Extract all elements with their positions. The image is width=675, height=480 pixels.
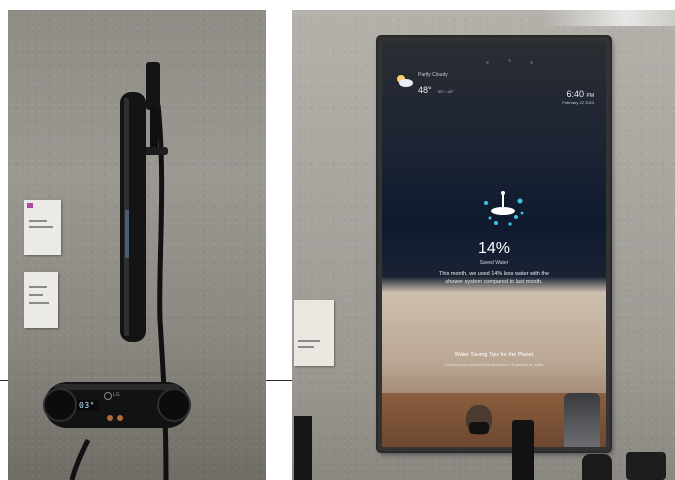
page-divider-right xyxy=(266,380,292,381)
shower-photo: 03° LG xyxy=(8,10,266,480)
slide-bar xyxy=(120,92,146,342)
weather-temperature: 48° 50° / 43° xyxy=(418,80,454,98)
tips-subtitle: Reduce your shower time and save 2.5 gal… xyxy=(444,362,544,367)
lower-hose xyxy=(69,438,91,480)
smart-mirror: Partly Cloudy 48° 50° / 43° 6:40 PM Febr… xyxy=(378,37,610,451)
left-wall-fixture xyxy=(294,416,312,480)
thermostat-top-highlight xyxy=(54,384,180,390)
water-saved-label: Saved Water xyxy=(479,260,509,266)
water-saved-percent: 14% xyxy=(477,240,511,257)
shelf-object xyxy=(626,452,666,480)
soap-dispenser xyxy=(582,454,612,480)
hand-shower-grip xyxy=(150,106,158,154)
shower-fixture xyxy=(43,62,191,480)
valve-pin-right xyxy=(117,415,123,421)
right-control-knob xyxy=(157,388,191,422)
hand-shower-head xyxy=(146,62,160,110)
weather-condition: Partly Cloudy xyxy=(418,72,448,78)
time-value: 6:40 xyxy=(566,89,584,99)
temperature-range: 50° / 43° xyxy=(438,89,454,94)
clock-time: 6:40 PM xyxy=(566,89,594,99)
valve-pin-left xyxy=(107,415,113,421)
card-text-line xyxy=(298,346,314,348)
faucet xyxy=(512,420,534,480)
card-text-line xyxy=(298,340,320,342)
time-meridiem: PM xyxy=(586,93,595,99)
reflected-photographer xyxy=(564,393,600,447)
wall-info-card xyxy=(294,300,334,366)
mirror-display: Partly Cloudy 48° 50° / 43° 6:40 PM Febr… xyxy=(382,41,606,447)
camera-dot xyxy=(530,61,533,64)
shower-icon xyxy=(484,191,524,226)
camera-dot xyxy=(486,61,489,64)
page-divider-left xyxy=(0,380,8,381)
slide-bar-reflection xyxy=(125,210,129,258)
temperature-value: 48° xyxy=(418,85,432,95)
left-control-knob xyxy=(43,388,77,422)
water-message-line-1: This month, we used 14% less water with … xyxy=(438,271,550,277)
water-message-line-2: shower system compared to last month. xyxy=(445,279,543,285)
thermostat-display-text: 03° xyxy=(79,401,95,410)
camera-dot xyxy=(508,59,511,62)
clock-date: February 22 2023 xyxy=(562,100,594,105)
cloud-sun-icon xyxy=(397,75,413,87)
brand-label: LG xyxy=(113,392,120,398)
reflected-person-mask xyxy=(469,422,489,434)
ceiling-light-glare xyxy=(542,10,675,26)
tips-title: Water Saving Tips for the Planet xyxy=(454,352,534,358)
mirror-photo: Partly Cloudy 48° 50° / 43° 6:40 PM Febr… xyxy=(292,10,675,480)
